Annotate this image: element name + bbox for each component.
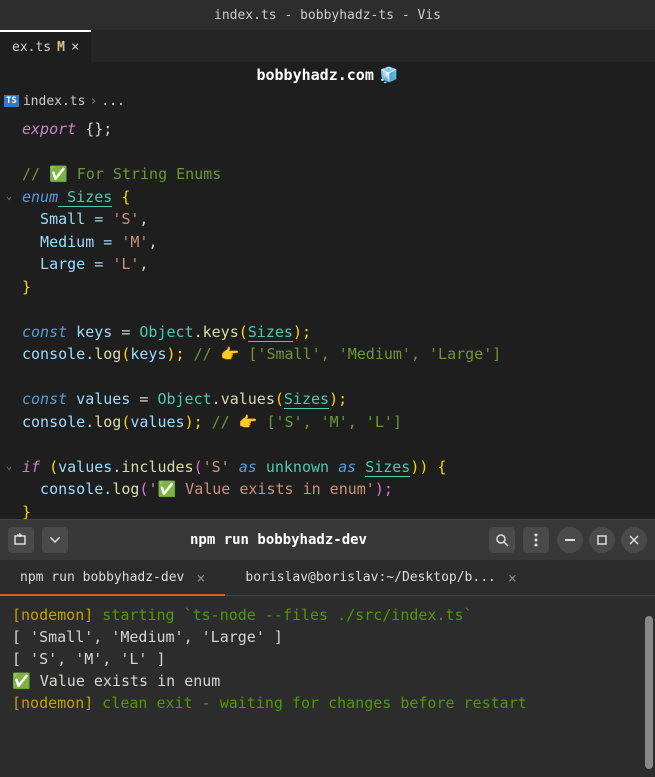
modified-indicator: M bbox=[57, 40, 65, 55]
fold-icon[interactable]: ⌄ bbox=[6, 186, 12, 209]
dropdown-button[interactable] bbox=[42, 527, 68, 553]
terminal-tab[interactable]: npm run bobbyhadz-dev × bbox=[0, 560, 225, 595]
title-bar: index.ts - bobbyhadz-ts - Vis bbox=[0, 0, 655, 30]
tab-bar: ex.ts M × bbox=[0, 30, 655, 62]
terminal-tab-label: npm run bobbyhadz-dev bbox=[20, 570, 184, 585]
new-tab-button[interactable] bbox=[8, 527, 34, 553]
close-icon[interactable]: × bbox=[196, 569, 205, 587]
chevron-right-icon: › bbox=[89, 94, 97, 109]
breadcrumb-file: index.ts bbox=[23, 94, 86, 109]
breadcrumb-more: ... bbox=[101, 94, 124, 109]
cube-icon: 🧊 bbox=[380, 66, 399, 84]
window-title: index.ts - bobbyhadz-ts - Vis bbox=[214, 8, 441, 23]
editor-tab[interactable]: ex.ts M × bbox=[0, 30, 91, 62]
maximize-icon bbox=[597, 535, 607, 545]
chevron-down-icon bbox=[50, 537, 60, 543]
terminal-tab-label: borislav@borislav:~/Desktop/b... bbox=[245, 570, 495, 585]
scrollbar[interactable] bbox=[645, 616, 653, 769]
terminal-output[interactable]: [nodemon] starting `ts-node --files ./sr… bbox=[0, 596, 655, 777]
code-editor[interactable]: export {}; // ✅ For String Enums ⌄enum S… bbox=[0, 114, 655, 527]
close-icon bbox=[629, 535, 639, 545]
terminal-header: npm run bobbyhadz-dev bbox=[0, 520, 655, 560]
terminal-title: npm run bobbyhadz-dev bbox=[76, 532, 481, 548]
terminal-tab[interactable]: borislav@borislav:~/Desktop/b... × bbox=[225, 560, 536, 595]
close-button[interactable] bbox=[621, 527, 647, 553]
fold-icon[interactable]: ⌄ bbox=[6, 456, 12, 479]
new-tab-icon bbox=[14, 533, 28, 547]
minimize-icon bbox=[565, 539, 575, 541]
menu-button[interactable] bbox=[523, 527, 549, 553]
banner: bobbyhadz.com 🧊 bbox=[0, 62, 655, 88]
ts-icon: TS bbox=[4, 95, 19, 107]
close-icon[interactable]: × bbox=[508, 569, 517, 587]
minimize-button[interactable] bbox=[557, 527, 583, 553]
search-button[interactable] bbox=[489, 527, 515, 553]
search-icon bbox=[495, 533, 509, 547]
kebab-icon bbox=[534, 533, 538, 547]
breadcrumb[interactable]: TS index.ts › ... bbox=[0, 88, 655, 114]
close-icon[interactable]: × bbox=[71, 39, 79, 55]
tab-label: ex.ts bbox=[12, 40, 51, 55]
terminal-panel: npm run bobbyhadz-dev npm run bobbyhadz-… bbox=[0, 519, 655, 777]
maximize-button[interactable] bbox=[589, 527, 615, 553]
terminal-tabs: npm run bobbyhadz-dev × borislav@borisla… bbox=[0, 560, 655, 596]
banner-text: bobbyhadz.com bbox=[256, 66, 373, 84]
